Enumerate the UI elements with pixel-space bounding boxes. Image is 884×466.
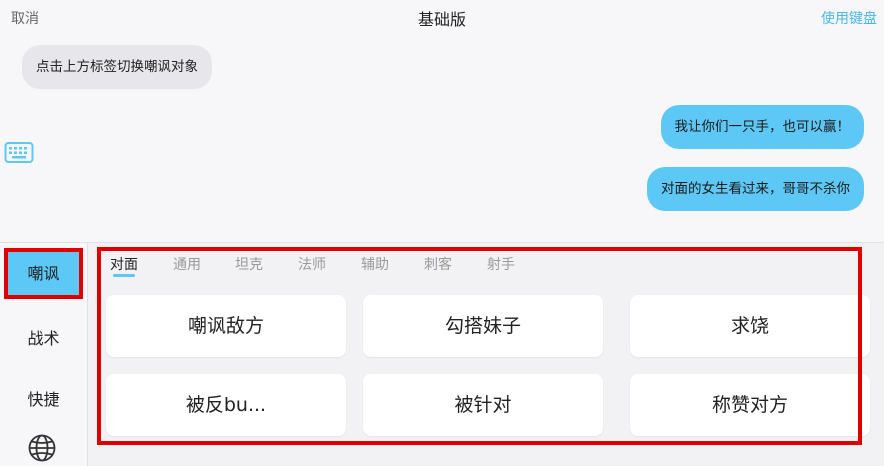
sidebar-item-quick[interactable]: 快捷: [0, 386, 87, 410]
hint-message-bubble: 点击上方标签切换嘲讽对象: [22, 45, 212, 89]
tab-tank[interactable]: 坦克: [235, 254, 263, 274]
phrase-button-praise-opponent[interactable]: 称赞对方: [630, 374, 870, 436]
phrase-button-targeted[interactable]: 被针对: [363, 374, 603, 436]
tab-general[interactable]: 通用: [173, 254, 201, 274]
sent-message-bubble: 对面的女生看过来，哥哥不杀你: [647, 167, 864, 211]
phrase-panel: 对面 通用 坦克 法师 辅助 刺客 射手 嘲讽敌方 勾搭妹子 求饶 被反bu..…: [88, 243, 884, 466]
globe-icon[interactable]: [27, 433, 57, 463]
phrase-button-beg-mercy[interactable]: 求饶: [630, 295, 870, 357]
active-tab-indicator: [113, 274, 135, 277]
phrase-button-flirt[interactable]: 勾搭妹子: [363, 295, 603, 357]
top-bar: 取消 基础版 使用键盘: [0, 0, 884, 34]
tab-assassin[interactable]: 刺客: [424, 254, 452, 274]
phrase-button-taunt-enemy[interactable]: 嘲讽敌方: [106, 295, 346, 357]
tab-support[interactable]: 辅助: [361, 254, 389, 274]
phrase-button-counter-jungled[interactable]: 被反bu...: [106, 374, 346, 436]
tab-marksman[interactable]: 射手: [487, 254, 515, 274]
sidebar-item-taunt[interactable]: 嘲讽: [4, 248, 83, 299]
use-keyboard-button[interactable]: 使用键盘: [821, 8, 877, 28]
sidebar-item-tactics[interactable]: 战术: [0, 325, 87, 349]
page-title: 基础版: [417, 10, 466, 29]
keyboard-icon[interactable]: [4, 140, 34, 166]
tab-mage[interactable]: 法师: [298, 254, 326, 274]
tab-opponent[interactable]: 对面: [110, 254, 138, 274]
chat-area: 点击上方标签切换嘲讽对象 我让你们一只手，也可以赢！ 对面的女生看过来，哥哥不杀…: [0, 34, 884, 242]
sent-message-bubble: 我让你们一只手，也可以赢！: [660, 105, 864, 149]
category-sidebar: 嘲讽 战术 快捷: [0, 243, 88, 466]
